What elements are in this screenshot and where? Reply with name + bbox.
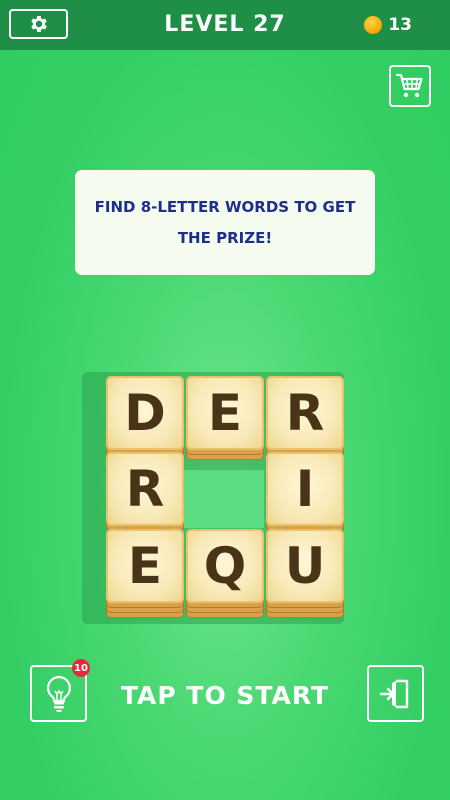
letter-tile[interactable]: R [106, 452, 184, 531]
objective-text: FIND 8-LETTER WORDS TO GET THE PRIZE! [94, 197, 356, 247]
coin-counter: 13 [364, 14, 412, 36]
tile-face: R [266, 376, 344, 450]
letter-tile[interactable]: E [186, 376, 264, 460]
tile-letter: E [207, 384, 243, 442]
tap-to-start-button[interactable]: TAP TO START [100, 676, 350, 716]
tile-face: Q [186, 529, 264, 603]
letter-tile[interactable]: R [266, 376, 344, 455]
shop-button[interactable] [389, 65, 431, 107]
hint-count-badge: 10 [72, 659, 90, 677]
cart-icon [395, 73, 423, 98]
tile-face: E [106, 529, 184, 603]
lightbulb-icon [46, 675, 71, 712]
tile-face: D [106, 376, 184, 450]
tile-letter: D [124, 384, 166, 442]
letter-tile[interactable]: Q [186, 529, 264, 618]
tile-letter: R [285, 384, 325, 442]
coin-count: 13 [388, 15, 412, 35]
letter-tile[interactable]: E [106, 529, 184, 618]
tile-face: R [106, 452, 184, 526]
letter-tile[interactable]: U [266, 529, 344, 618]
tile-face: E [186, 376, 264, 450]
objective-card: FIND 8-LETTER WORDS TO GET THE PRIZE! [75, 170, 375, 275]
exit-icon [379, 679, 408, 708]
exit-button[interactable] [367, 665, 424, 722]
tile-letter: I [295, 460, 315, 518]
board-empty-cell [184, 470, 264, 528]
tile-letter: R [125, 460, 165, 518]
tile-letter: E [127, 537, 163, 595]
tile-face: U [266, 529, 344, 603]
coin-icon [364, 16, 383, 34]
letter-tile[interactable]: I [266, 452, 344, 531]
tile-letter: Q [203, 537, 247, 595]
tile-face: I [266, 452, 344, 526]
tile-letter: U [284, 537, 326, 595]
